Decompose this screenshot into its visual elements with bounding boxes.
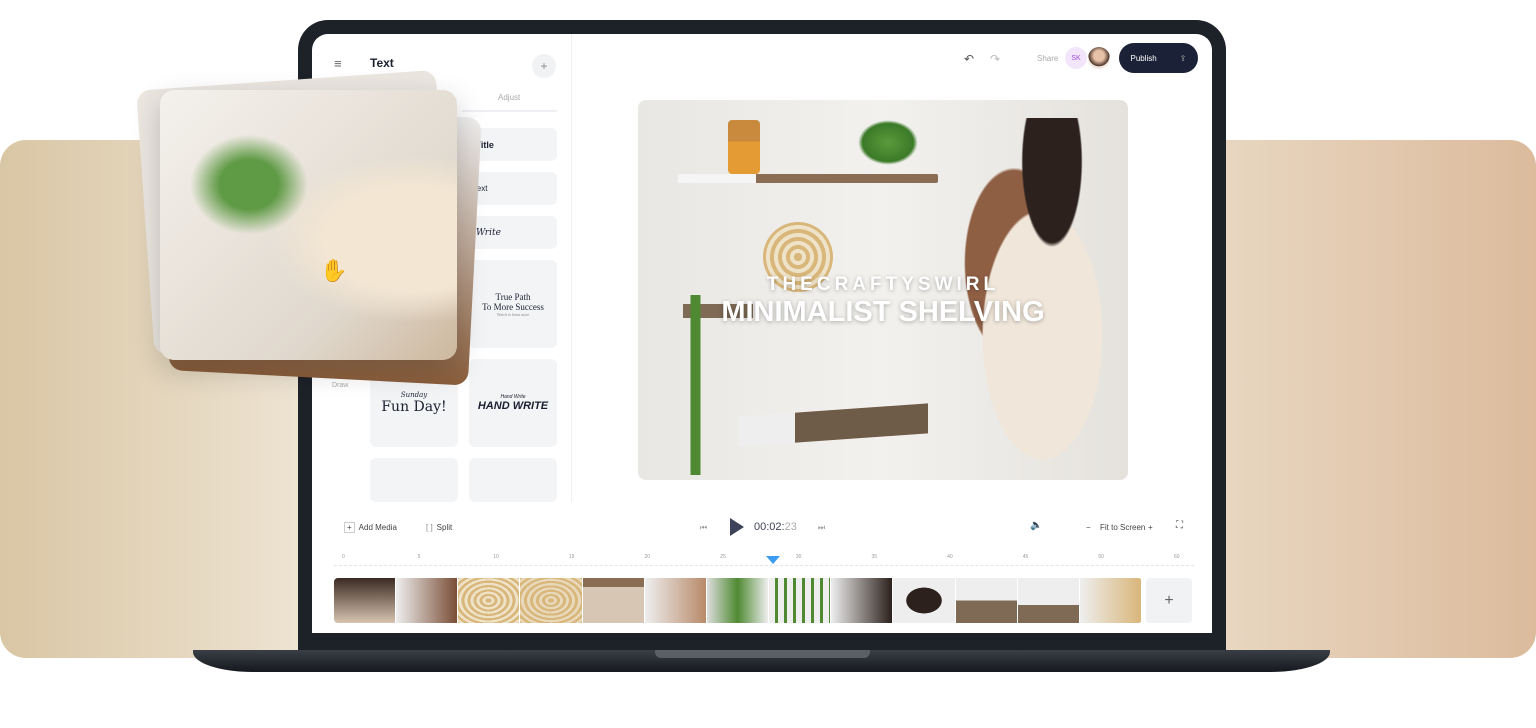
title-text[interactable]: MINIMALIST SHELVING	[638, 296, 1128, 329]
template-line: Sunday	[400, 391, 428, 399]
clip-thumb[interactable]	[955, 578, 1018, 623]
template-hand-write[interactable]: Hand Write HAND WRITE	[469, 359, 557, 447]
ruler-tick: 45	[1022, 554, 1029, 560]
shelf-top	[678, 174, 938, 183]
template-line: Fun Day!	[381, 399, 447, 415]
clip-thumb[interactable]	[769, 578, 832, 623]
template-line: Watch to learn more	[496, 311, 530, 317]
plus-icon: +	[344, 522, 355, 533]
clip-thumb[interactable]	[893, 578, 956, 623]
menu-icon[interactable]: ≡	[334, 56, 342, 71]
tab-underline	[462, 110, 557, 112]
dragged-photo[interactable]: ✋	[160, 90, 457, 360]
template-empty[interactable]	[370, 458, 458, 502]
template-line: HAND WRITE	[477, 400, 549, 412]
clip-thumb[interactable]	[1017, 578, 1080, 623]
ruler-tick: 10	[493, 554, 499, 560]
zoom-out-button[interactable]: −	[1086, 523, 1091, 532]
template-true-path[interactable]: True Path To More Success Watch to learn…	[469, 260, 557, 348]
ruler-tick: 5	[417, 554, 421, 560]
ruler-tick: 35	[871, 554, 878, 560]
diffuser	[728, 120, 760, 174]
ruler-tick: 0	[342, 554, 345, 560]
ruler-tick: 30	[795, 554, 802, 560]
add-text-button[interactable]: +	[532, 54, 556, 78]
tab-adjust[interactable]: Adjust	[498, 93, 520, 102]
add-clip-button[interactable]: +	[1146, 578, 1192, 623]
upload-icon: ⇪	[1179, 53, 1187, 63]
skip-forward-icon[interactable]: ⏭	[818, 523, 825, 533]
filmstrip[interactable]	[334, 578, 1142, 623]
clip-thumb[interactable]	[458, 578, 521, 623]
clip-thumb[interactable]	[831, 578, 894, 623]
publish-button[interactable]: Publish ⇪	[1119, 43, 1198, 73]
undo-icon[interactable]: ↶	[964, 52, 974, 66]
clip-thumb[interactable]	[1079, 578, 1142, 623]
timeline-ruler[interactable]: 0 5 10 15 20 25 30 35 40 45 50 60	[334, 554, 1194, 566]
playhead[interactable]	[766, 556, 781, 564]
split-icon: [ ]	[426, 523, 433, 532]
add-media-button[interactable]: + Add Media	[344, 522, 397, 533]
template-empty[interactable]	[469, 458, 557, 502]
skip-back-icon[interactable]: ⏮	[700, 523, 707, 533]
clip-thumb[interactable]	[396, 578, 459, 623]
shelf-bottom	[738, 403, 928, 447]
clip-thumb[interactable]	[520, 578, 583, 623]
grab-hand-icon: ✋	[320, 258, 348, 283]
laptop-notch	[655, 650, 870, 658]
fullscreen-icon[interactable]: ⛶	[1176, 520, 1183, 531]
clip-thumb[interactable]	[582, 578, 645, 623]
fit-to-screen[interactable]: Fit to Screen	[1100, 523, 1145, 532]
split-label: Split	[436, 523, 453, 532]
add-media-label: Add Media	[358, 523, 397, 532]
clip-thumb[interactable]	[706, 578, 770, 623]
publish-label: Publish	[1130, 53, 1157, 63]
user-avatar[interactable]	[1088, 47, 1110, 69]
play-icon[interactable]	[730, 518, 744, 536]
plant	[858, 120, 918, 165]
ruler-tick: 25	[720, 554, 726, 560]
overline-text[interactable]: THECRAFTYSWIRL	[638, 274, 1128, 296]
zoom-in-button[interactable]: +	[1148, 523, 1153, 532]
ruler-tick: 20	[644, 554, 651, 560]
draw-label: Draw	[332, 382, 349, 389]
volume-icon[interactable]: 🔈	[1030, 520, 1042, 531]
avatar-sk[interactable]: SK	[1065, 47, 1087, 69]
clip-thumb[interactable]	[644, 578, 707, 623]
timecode-main: 00:02:	[754, 521, 785, 533]
split-button[interactable]: [ ] Split	[426, 523, 452, 532]
ruler-tick: 60	[1174, 554, 1180, 560]
ruler-tick: 15	[568, 554, 575, 560]
sidebar-title: Text	[370, 56, 394, 70]
template-line: To More Success	[482, 301, 544, 312]
redo-icon[interactable]: ↷	[990, 52, 1000, 66]
ruler-tick: 50	[1098, 554, 1104, 560]
timecode: 00:02:23	[754, 521, 797, 533]
template-line: True Path	[495, 291, 531, 302]
ruler-tick: 40	[947, 554, 953, 560]
video-preview[interactable]: THECRAFTYSWIRL MINIMALIST SHELVING	[638, 100, 1128, 480]
clip-thumb[interactable]	[334, 578, 397, 623]
share-button[interactable]: Share	[1037, 54, 1058, 63]
timecode-frames: 23	[784, 521, 797, 533]
